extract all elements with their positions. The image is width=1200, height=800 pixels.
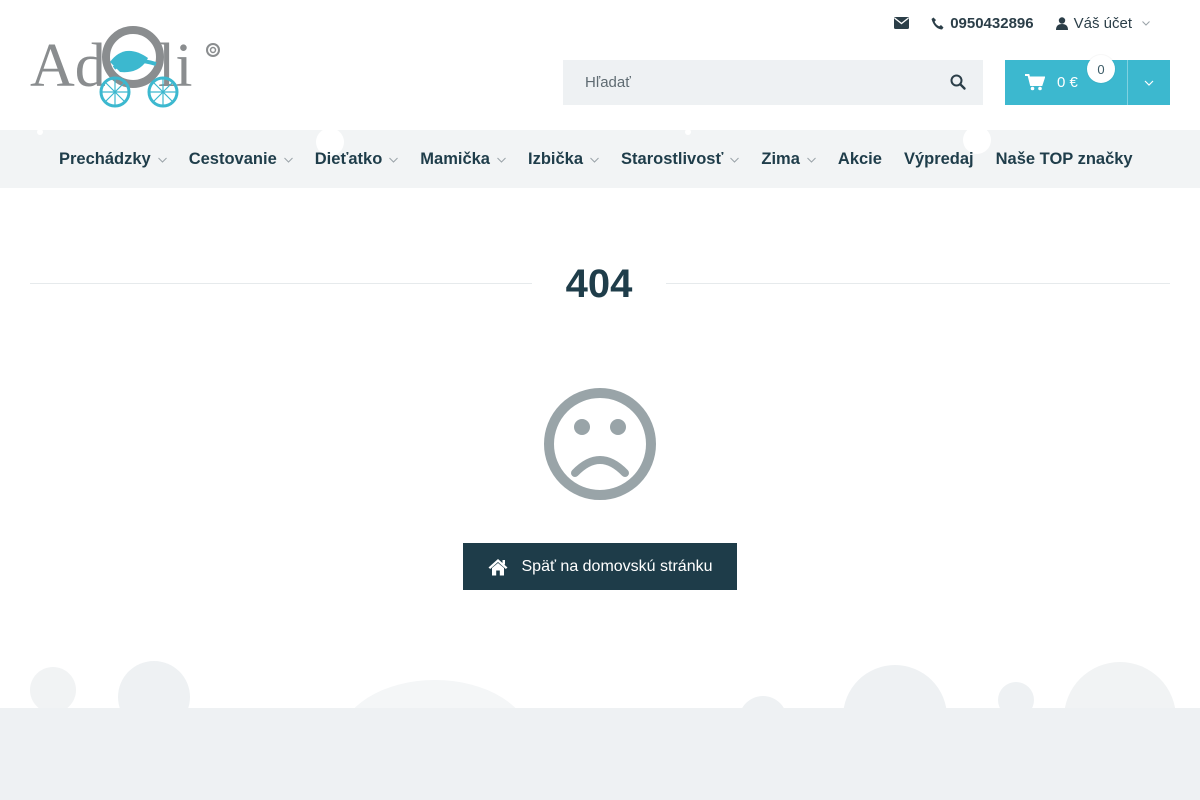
email-link[interactable] [894,17,910,29]
nav-item-0[interactable]: Prechádzky [48,150,178,169]
chevron-down-icon [730,157,740,163]
chevron-down-icon [283,157,293,163]
nav-item-label: Akcie [837,149,882,168]
chevron-down-icon [807,157,816,163]
top-bar: 0950432896 Váš účet [894,10,1150,36]
nav-item-3[interactable]: Mamička [409,150,517,169]
logo[interactable]: Ad li [30,24,230,110]
nav-item-5[interactable]: Starostlivosť [610,150,750,169]
nav-item-label: Výpredaj [903,149,974,168]
home-icon [488,558,507,575]
sad-face-icon [544,388,656,500]
error-code: 404 [565,262,633,306]
user-icon [1055,16,1068,30]
back-home-label: Späť na domovskú stránku [521,557,713,575]
search-box [563,60,983,105]
nav-item-label: Cestovanie [188,149,277,168]
main-nav: Prechádzky Cestovanie Dieťatko Mamička Izbič… [0,130,1200,188]
phone-icon [931,17,944,29]
cart-price: 0 € [1057,74,1078,91]
phone-number: 0950432896 [950,14,1034,32]
nav-item-6[interactable]: Zima [750,150,827,169]
nav-item-8[interactable]: Výpredaj [893,150,985,169]
chevron-down-icon [1144,80,1154,86]
nav-item-label: Zima [761,149,800,168]
divider-right [666,283,1170,284]
nav-item-1[interactable]: Cestovanie [178,150,304,169]
cart-icon [1025,74,1045,91]
phone-link[interactable]: 0950432896 [931,14,1034,32]
nav-item-label: Izbička [528,149,584,168]
nav-list: Prechádzky Cestovanie Dieťatko Mamička Izbič… [48,130,1144,188]
logo-letters-ad: Ad [30,32,106,100]
error-title-row: 404 [30,262,1170,306]
chevron-down-icon [1142,21,1150,26]
search-icon[interactable] [949,73,967,91]
nav-item-7[interactable]: Akcie [827,150,893,169]
nav-item-label: Mamička [420,149,490,168]
chevron-down-icon [389,157,399,163]
footer [0,708,1200,800]
back-home-button[interactable]: Späť na domovskú stránku [463,543,737,590]
nav-item-label: Prechádzky [59,149,151,168]
envelope-icon [894,17,910,29]
chevron-down-icon [497,157,506,163]
cart-count-badge: 0 [1087,55,1115,83]
chevron-down-icon [590,157,599,163]
nav-item-label: Naše TOP značky [995,149,1133,168]
nav-item-9[interactable]: Naše TOP značky [985,150,1144,169]
site-header: Ad li 0950432896 Váš účet Hľadať 0 € 0 [0,0,1200,130]
nav-item-label: Starostlivosť [621,149,724,168]
divider-left [30,283,532,284]
nav-item-4[interactable]: Izbička [517,150,610,169]
footer-decorative-bubbles [30,661,1176,715]
chevron-down-icon [157,157,167,163]
cart-dropdown-toggle[interactable] [1128,60,1170,105]
cart-widget: 0 € 0 [1005,55,1170,105]
account-label: Váš účet [1073,14,1132,32]
nav-item-label: Dieťatko [314,149,383,168]
nav-item-2[interactable]: Dieťatko [304,150,410,169]
account-menu[interactable]: Váš účet [1055,14,1150,32]
search-input[interactable] [563,60,923,105]
